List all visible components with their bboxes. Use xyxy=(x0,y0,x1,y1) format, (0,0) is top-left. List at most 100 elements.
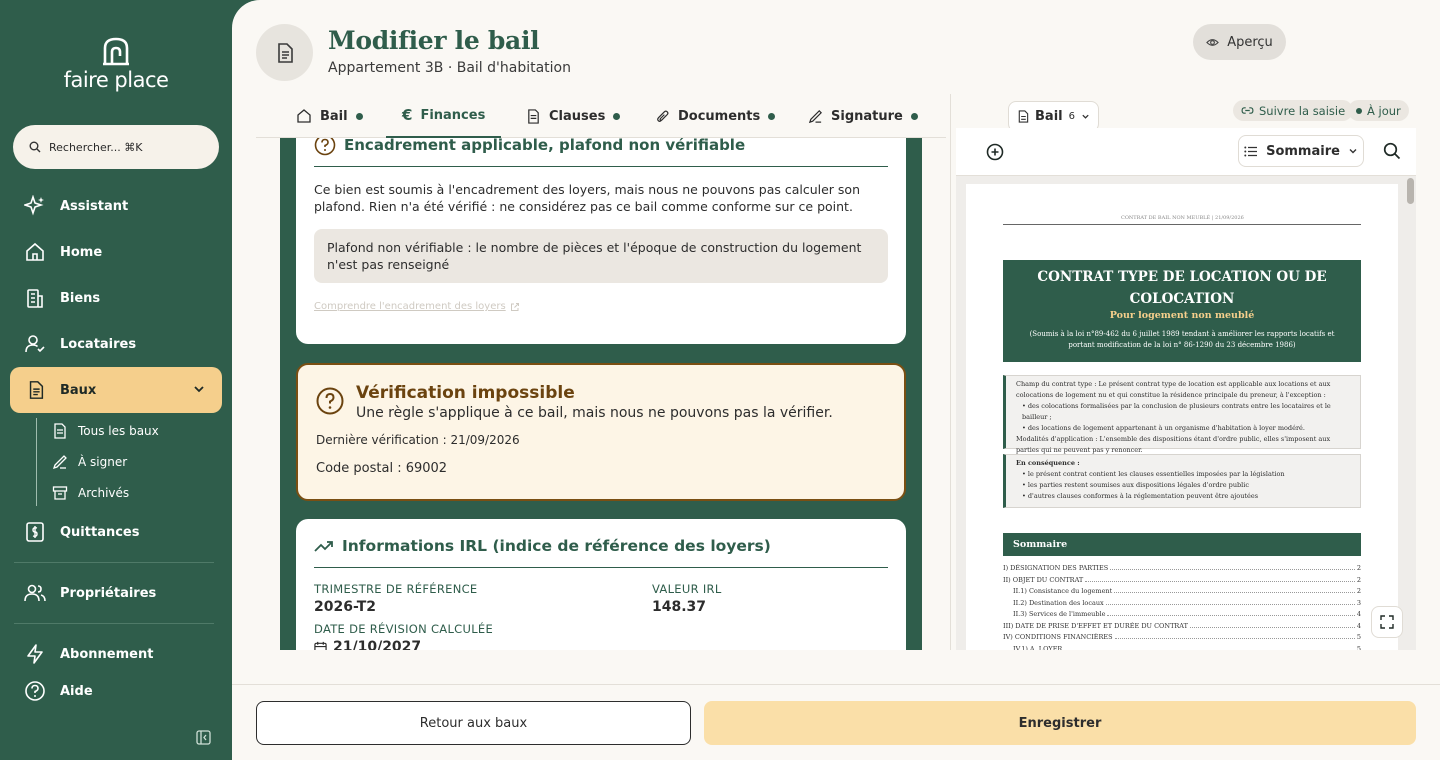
field-value: 2026-T2 xyxy=(314,599,377,615)
toc-page: 4 xyxy=(1356,610,1361,618)
sidebar-collapse-icon[interactable] xyxy=(196,730,211,745)
doc-info-box-2: En conséquence : • le présent contrat co… xyxy=(1003,454,1361,508)
footer-bar: Retour aux baux Enregistrer xyxy=(232,684,1440,760)
preview-toolbar: Sommaire xyxy=(956,128,1416,176)
search-input[interactable]: Rechercher... ⌘K xyxy=(13,125,219,169)
tab-bail[interactable]: Bail xyxy=(296,94,363,138)
link-text: Comprendre l'encadrement des loyers xyxy=(314,301,506,312)
toc-line[interactable]: I) DÉSIGNATION DES PARTIES 2 xyxy=(1003,564,1361,572)
irl-valeur: VALEUR IRL 148.37 xyxy=(652,582,722,615)
eye-icon xyxy=(1206,38,1220,46)
sidebar-item-biens[interactable]: Biens xyxy=(24,287,100,309)
users-icon xyxy=(24,584,46,602)
sidebar-item-label: Quittances xyxy=(60,524,140,540)
document-icon xyxy=(528,108,539,124)
toc-leader xyxy=(1110,564,1355,570)
doc-box-line: • les parties restent soumises aux dispo… xyxy=(1022,481,1249,489)
search-icon[interactable] xyxy=(1383,142,1401,160)
sidebar-item-baux[interactable]: Baux xyxy=(10,367,222,413)
signature-icon xyxy=(52,455,67,470)
subnav-item-archives[interactable]: Archivés xyxy=(52,485,129,501)
logo[interactable]: faire place xyxy=(62,36,170,92)
sidebar-item-aide[interactable]: Aide xyxy=(24,680,93,702)
preview-button-label: Aperçu xyxy=(1227,34,1273,50)
field-label: VALEUR IRL xyxy=(652,582,722,596)
chevron-down-icon[interactable] xyxy=(192,382,206,396)
status-dot xyxy=(768,112,776,120)
tab-clauses[interactable]: Clauses xyxy=(526,94,621,138)
archive-icon xyxy=(52,486,68,500)
toc-page: 2 xyxy=(1356,587,1361,595)
sidebar-item-label: Aide xyxy=(60,683,93,699)
sidebar: faire place Rechercher... ⌘K Assistant H… xyxy=(0,0,232,760)
card-divider xyxy=(314,567,888,568)
card-title-text: Encadrement applicable, plafond non véri… xyxy=(344,138,746,154)
document-selector-label: Bail xyxy=(1035,109,1063,124)
encadrement-link[interactable]: Comprendre l'encadrement des loyers xyxy=(314,301,888,312)
sidebar-item-locataires[interactable]: Locataires xyxy=(24,333,136,355)
tab-finances[interactable]: € Finances xyxy=(386,94,502,138)
sidebar-item-assistant[interactable]: Assistant xyxy=(24,195,128,217)
preview-button[interactable]: Aperçu xyxy=(1193,24,1286,60)
toc-line[interactable]: II) OBJET DU CONTRAT 2 xyxy=(1003,576,1361,584)
subnav-item-tous-les-baux[interactable]: Tous les baux xyxy=(52,423,159,439)
toc-line[interactable]: III) DATE DE PRISE D'EFFET ET DURÉE DU C… xyxy=(1003,622,1361,630)
list-icon xyxy=(1244,146,1258,156)
last-verification: Dernière vérification : 21/09/2026 xyxy=(316,433,520,447)
sidebar-item-quittances[interactable]: Quittances xyxy=(24,521,139,543)
toc-line[interactable]: II.2) Destination des locaux 3 xyxy=(1003,599,1361,607)
signature-icon xyxy=(808,109,822,123)
subnav-item-a-signer[interactable]: À signer xyxy=(52,454,127,470)
card-title-text: Informations IRL (indice de référence de… xyxy=(342,537,771,555)
sidebar-item-label: Baux xyxy=(60,382,97,398)
sidebar-item-label: Assistant xyxy=(60,198,129,214)
help-icon xyxy=(25,681,45,701)
chip-label: À jour xyxy=(1367,103,1401,118)
toc-line[interactable]: II.1) Consistance du logement 2 xyxy=(1003,587,1361,595)
sparkle-icon xyxy=(24,195,44,216)
note-box: Plafond non vérifiable : le nombre de pi… xyxy=(314,229,888,283)
sidebar-item-proprietaires[interactable]: Propriétaires xyxy=(24,582,156,604)
document-icon xyxy=(277,42,293,63)
doc-rule xyxy=(1003,224,1361,225)
follow-input-chip[interactable]: Suivre la saisie xyxy=(1233,100,1354,121)
doc-header: CONTRAT DE BAIL NON MEUBLÉ | 21/09/2026 xyxy=(1121,215,1244,221)
toc-leader xyxy=(1189,622,1355,628)
document-icon xyxy=(29,381,44,399)
panel-divider xyxy=(950,94,951,650)
field-value: 148.37 xyxy=(652,599,707,615)
sidebar-item-label: Biens xyxy=(60,290,101,306)
toc-line[interactable]: IV) CONDITIONS FINANCIÈRES 5 xyxy=(1003,633,1361,641)
tab-label: Signature xyxy=(831,108,903,124)
sidebar-divider xyxy=(14,623,214,624)
toc-line[interactable]: II.3) Services de l'immeuble 4 xyxy=(1003,610,1361,618)
preview-scrollbar[interactable] xyxy=(1407,178,1414,204)
status-dot xyxy=(613,112,621,120)
status-dot xyxy=(1356,107,1362,114)
toc-page: 5 xyxy=(1356,633,1361,641)
fullscreen-button[interactable] xyxy=(1371,606,1403,638)
sidebar-item-home[interactable]: Home xyxy=(24,241,102,263)
sidebar-item-label: Abonnement xyxy=(60,646,154,662)
tab-documents[interactable]: Documents xyxy=(655,94,776,138)
save-button[interactable]: Enregistrer xyxy=(704,701,1416,745)
tab-signature[interactable]: Signature xyxy=(808,94,918,138)
euro-icon: € xyxy=(402,106,413,124)
toc-page: 3 xyxy=(1356,598,1361,607)
sidebar-item-abonnement[interactable]: Abonnement xyxy=(24,643,153,665)
document-preview[interactable]: CONTRAT DE BAIL NON MEUBLÉ | 21/09/2026 … xyxy=(956,176,1416,650)
encadrement-card: Encadrement applicable, plafond non véri… xyxy=(296,138,906,344)
user-icon xyxy=(25,335,45,353)
card-body: Ce bien est soumis à l'encadrement des l… xyxy=(314,182,860,214)
finances-content[interactable]: Encadrement applicable, plafond non véri… xyxy=(280,138,922,650)
sommaire-dropdown[interactable]: Sommaire xyxy=(1238,135,1364,167)
toc-line[interactable]: IV.1) A. LOYER 5 xyxy=(1003,645,1361,650)
bolt-icon xyxy=(27,644,43,664)
building-icon xyxy=(27,289,43,308)
back-button[interactable]: Retour aux baux xyxy=(256,701,691,745)
fullscreen-icon xyxy=(1380,615,1394,629)
toc-label: II.2) Destination des locaux xyxy=(1013,598,1104,607)
zoom-in-icon[interactable] xyxy=(986,143,1004,161)
verification-card: Vérification impossible Une règle s'appl… xyxy=(296,363,906,501)
external-link-icon xyxy=(510,302,519,311)
